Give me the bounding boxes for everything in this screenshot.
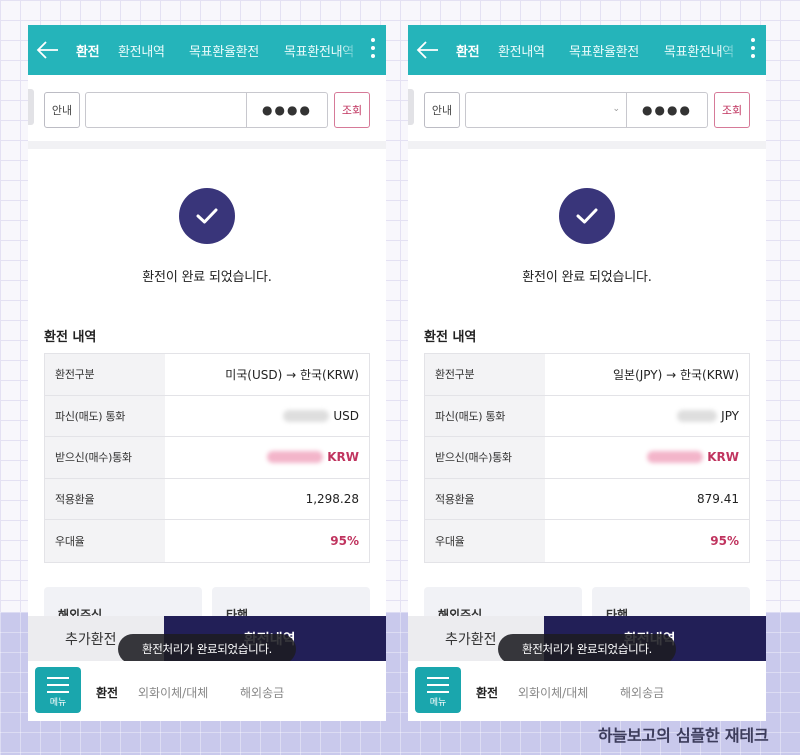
redacted-amount	[283, 409, 330, 422]
redacted-amount	[267, 451, 324, 464]
row-label: 파신(매도) 통화	[45, 395, 165, 436]
sell-amount: USD	[165, 396, 369, 437]
exchange-direction: 미국(USD) → 한국(KRW)	[225, 367, 359, 382]
drawer-handle[interactable]	[408, 89, 414, 125]
buy-amount: KRW	[545, 437, 749, 478]
row-label: 적용환율	[45, 478, 165, 519]
table-row: 받으신(매수)통화 KRW	[45, 437, 369, 479]
toast-message: 환전처리가 완료되었습니다.	[118, 634, 296, 664]
arrow-left-icon[interactable]	[36, 39, 60, 61]
phone-screen-usd: 환전 환전내역 목표환율환전 목표환전내역 안내 ●●●● 조회 환전이 완료 …	[28, 25, 386, 721]
exchange-detail-table: 환전구분 미국(USD) → 한국(KRW) 파신(매도) 통화 USD 받으신…	[44, 353, 370, 563]
redacted-amount	[647, 451, 704, 464]
table-row: 우대율 95%	[425, 520, 749, 562]
password-field[interactable]: ●●●●	[626, 92, 708, 128]
table-row: 환전구분 일본(JPY) → 한국(KRW)	[425, 354, 749, 396]
vertical-dots-icon[interactable]	[750, 38, 756, 62]
account-select[interactable]	[85, 92, 247, 128]
redacted-amount	[677, 409, 718, 422]
toast-message: 환전처리가 완료되었습니다.	[498, 634, 676, 664]
row-label: 환전구분	[45, 354, 165, 395]
table-row: 우대율 95%	[45, 520, 369, 562]
table-row: 파신(매도) 통화 JPY	[425, 395, 749, 437]
table-row: 파신(매도) 통화 USD	[45, 395, 369, 437]
section-title: 환전 내역	[424, 330, 477, 345]
account-bar: 안내 ●●●● 조회	[28, 75, 386, 141]
table-row: 적용환율 879.41	[425, 478, 749, 520]
row-label: 받으신(매수)통화	[425, 437, 545, 478]
bottom-nav-overseas-remit[interactable]: 해외송금	[240, 684, 284, 701]
query-button[interactable]: 조회	[334, 92, 370, 128]
discount-rate: 95%	[710, 533, 739, 548]
menu-button[interactable]: 메뉴	[415, 667, 461, 713]
tab-exchange-history[interactable]: 환전내역	[118, 41, 165, 60]
bottom-nav: 메뉴 환전 외화이체/대체 해외송금	[408, 661, 766, 721]
section-title: 환전 내역	[44, 330, 97, 345]
tab-target-rate-exchange[interactable]: 목표환율환전	[189, 41, 259, 60]
row-label: 환전구분	[425, 354, 545, 395]
discount-rate: 95%	[330, 533, 359, 548]
sell-currency: JPY	[721, 408, 739, 423]
top-nav-bar: 환전 환전내역 목표환율환전 목표환전내역	[408, 25, 766, 75]
tabs-fade	[720, 25, 740, 75]
bottom-nav-exchange[interactable]: 환전	[96, 684, 118, 701]
completion-message: 환전이 완료 되었습니다.	[522, 270, 652, 285]
table-row: 받으신(매수)통화 KRW	[425, 437, 749, 479]
row-label: 파신(매도) 통화	[425, 395, 545, 436]
completion-message: 환전이 완료 되었습니다.	[142, 270, 272, 285]
tabs-fade	[340, 25, 360, 75]
buy-currency: KRW	[327, 450, 359, 465]
tab-exchange[interactable]: 환전	[456, 41, 480, 60]
row-label: 우대율	[45, 520, 165, 562]
menu-label: 메뉴	[49, 698, 67, 708]
applied-rate: 879.41	[697, 491, 739, 506]
account-select[interactable]: ⌄	[465, 92, 627, 128]
bottom-nav-fx-transfer[interactable]: 외화이체/대체	[518, 684, 588, 701]
bottom-nav-exchange[interactable]: 환전	[476, 684, 498, 701]
sell-amount: JPY	[545, 396, 749, 437]
menu-label: 메뉴	[429, 698, 447, 708]
buy-amount: KRW	[165, 437, 369, 478]
exchange-detail-table: 환전구분 일본(JPY) → 한국(KRW) 파신(매도) 통화 JPY 받으신…	[424, 353, 750, 563]
query-button[interactable]: 조회	[714, 92, 750, 128]
watermark: 하늘보고의 심플한 재테크	[598, 726, 769, 745]
table-row: 적용환율 1,298.28	[45, 478, 369, 520]
phone-screen-jpy: 환전 환전내역 목표환율환전 목표환전내역 안내 ⌄ ●●●● 조회 환전이 완…	[408, 25, 766, 721]
menu-button[interactable]: 메뉴	[35, 667, 81, 713]
check-circle-icon	[559, 188, 615, 244]
top-nav-bar: 환전 환전내역 목표환율환전 목표환전내역	[28, 25, 386, 75]
password-field[interactable]: ●●●●	[246, 92, 328, 128]
arrow-left-icon[interactable]	[416, 39, 440, 61]
table-row: 환전구분 미국(USD) → 한국(KRW)	[45, 354, 369, 396]
buy-currency: KRW	[707, 450, 739, 465]
drawer-handle[interactable]	[28, 89, 34, 125]
tab-exchange[interactable]: 환전	[76, 41, 100, 60]
guide-button[interactable]: 안내	[44, 92, 80, 128]
row-label: 우대율	[425, 520, 545, 562]
account-bar: 안내 ⌄ ●●●● 조회	[408, 75, 766, 141]
tab-exchange-history[interactable]: 환전내역	[498, 41, 545, 60]
row-label: 적용환율	[425, 478, 545, 519]
vertical-dots-icon[interactable]	[370, 38, 376, 62]
row-label: 받으신(매수)통화	[45, 437, 165, 478]
bottom-nav-fx-transfer[interactable]: 외화이체/대체	[138, 684, 208, 701]
chevron-down-icon: ⌄	[612, 104, 620, 114]
exchange-direction: 일본(JPY) → 한국(KRW)	[613, 367, 739, 382]
tab-target-rate-exchange[interactable]: 목표환율환전	[569, 41, 639, 60]
guide-button[interactable]: 안내	[424, 92, 460, 128]
bottom-nav-overseas-remit[interactable]: 해외송금	[620, 684, 664, 701]
sell-currency: USD	[333, 408, 359, 423]
check-circle-icon	[179, 188, 235, 244]
bottom-nav: 메뉴 환전 외화이체/대체 해외송금	[28, 661, 386, 721]
applied-rate: 1,298.28	[305, 491, 359, 506]
